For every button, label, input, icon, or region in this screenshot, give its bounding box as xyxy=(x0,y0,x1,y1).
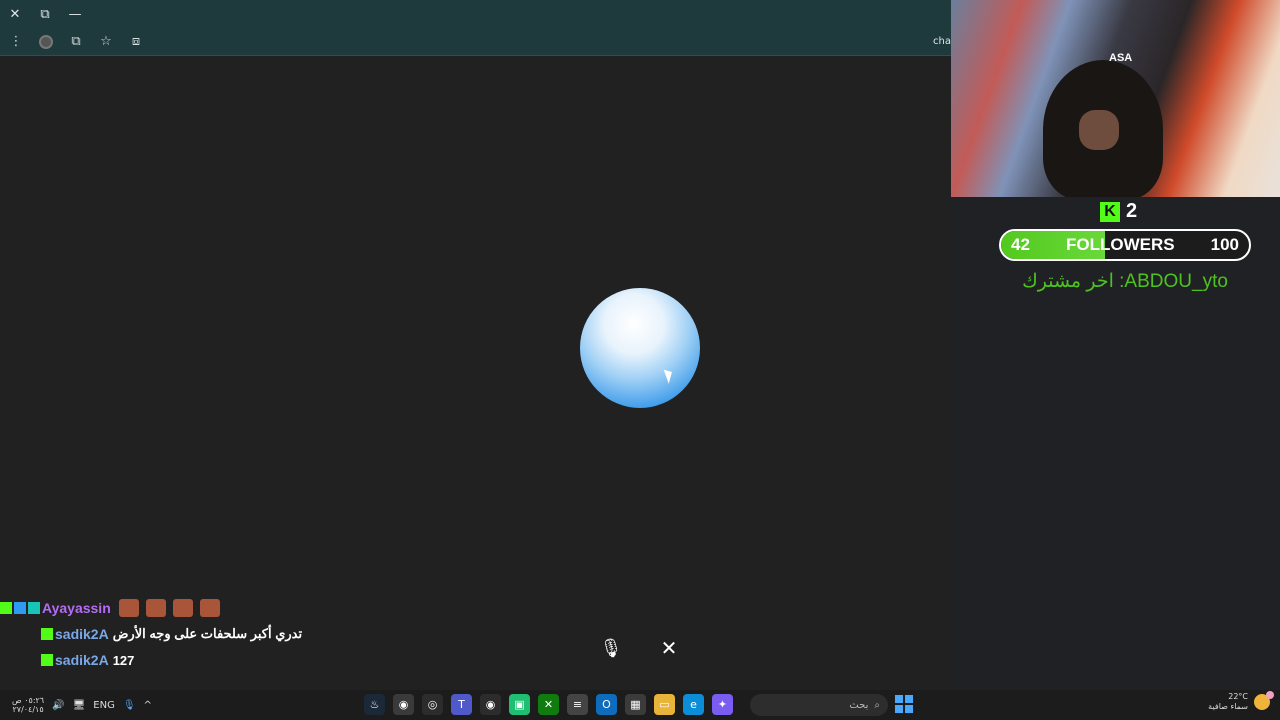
emote-icon xyxy=(172,599,193,617)
system-tray: ٠٥:٢٦ ص ٢٧/٠٤/١٥ 🔊 🖥 ENG 🎙 ^ xyxy=(0,696,152,714)
taskbar-apps: ♨ ◉ ◎ T ◉ ▣ ✕ ≡ O ▦ ▭ e ✦ xyxy=(364,694,733,715)
extensions-icon[interactable]: ⧉ xyxy=(64,30,88,54)
followers-label: FOLLOWERS xyxy=(1065,235,1175,254)
taskbar-clock[interactable]: ٠٥:٢٦ ص ٢٧/٠٤/١٥ xyxy=(12,696,44,714)
kick-badge-icon xyxy=(41,654,53,666)
show-hidden-icons-chevron-icon[interactable]: ^ xyxy=(144,700,152,711)
microphone-tray-icon[interactable]: 🎙 xyxy=(123,700,136,711)
volume-icon[interactable]: 🔊 xyxy=(52,700,64,711)
screen: ✕ ⧉ — ⋮ ⧉ ☆ ⧈ cha 🎙 ✕ ASA K 2 42 FOLLOWE… xyxy=(0,0,1280,720)
language-indicator[interactable]: ENG xyxy=(93,700,115,711)
restore-window-button[interactable]: ⧉ xyxy=(30,0,60,28)
cast-icon[interactable]: ⧈ xyxy=(124,30,148,54)
followers-current: 42 xyxy=(1011,235,1030,254)
emote-icon xyxy=(199,599,220,617)
network-icon[interactable]: 🖥 xyxy=(73,700,86,711)
file-explorer-icon[interactable]: ▭ xyxy=(654,694,675,715)
chat-username: Ayayassin xyxy=(42,600,111,616)
chat-text: 127 xyxy=(112,652,135,668)
verified-badge-icon xyxy=(14,602,26,614)
kick-badge-icon xyxy=(41,628,53,640)
app-green-icon[interactable]: ▣ xyxy=(509,694,530,715)
chrome-profile-icon[interactable]: ◉ xyxy=(480,694,501,715)
webcam-overlay: ASA xyxy=(951,0,1280,197)
chair-brand-logo: ASA xyxy=(1109,52,1133,64)
weather-widget[interactable]: 22°C سماء صافية xyxy=(1208,691,1274,712)
subscriber-badge-icon xyxy=(28,602,40,614)
edge-icon[interactable]: e xyxy=(683,694,704,715)
chat-message: Ayayassin xyxy=(0,595,320,621)
last-subscriber: اخر مشترك :ABDOU_yto xyxy=(1022,271,1228,292)
windows-logo-icon xyxy=(895,695,903,703)
close-window-button[interactable]: ✕ xyxy=(0,0,30,28)
browser-toolbar: ⋮ ⧉ ☆ ⧈ cha xyxy=(0,28,951,56)
weather-temp: 22°C xyxy=(1228,692,1248,701)
profile-avatar[interactable] xyxy=(34,30,58,54)
teams-icon[interactable]: T xyxy=(451,694,472,715)
emote-icon xyxy=(145,599,166,617)
browser-titlebar: ✕ ⧉ — xyxy=(0,0,951,28)
emote-icon xyxy=(118,599,139,617)
outlook-icon[interactable]: O xyxy=(596,694,617,715)
clock-date: ٢٧/٠٤/١٥ xyxy=(12,705,44,714)
streamer-face xyxy=(1079,110,1119,150)
search-placeholder: بحث xyxy=(849,699,869,711)
kick-badge-icon xyxy=(0,602,12,614)
minimize-window-button[interactable]: — xyxy=(60,0,90,28)
search-icon: ⌕ xyxy=(874,699,880,711)
mic-button[interactable]: 🎙 xyxy=(595,632,627,664)
chrome-icon[interactable]: ◉ xyxy=(393,694,414,715)
taskbar-search[interactable]: بحث ⌕ xyxy=(750,694,888,716)
toolbar-truncated-text: cha xyxy=(933,36,951,47)
kick-subs-number: 2 xyxy=(1126,200,1138,222)
bookmark-star-icon[interactable]: ☆ xyxy=(94,30,118,54)
xbox-icon[interactable]: ✕ xyxy=(538,694,559,715)
taskbar: ٠٥:٢٦ ص ٢٧/٠٤/١٥ 🔊 🖥 ENG 🎙 ^ ♨ ◉ ◎ T ◉ ▣… xyxy=(0,690,1280,720)
copilot-icon[interactable]: ✦ xyxy=(712,694,733,715)
chat-username: sadik2A xyxy=(55,626,109,642)
followers-goal-bar: 42 FOLLOWERS 100 xyxy=(999,229,1251,261)
stack-app-icon[interactable]: ≡ xyxy=(567,694,588,715)
chat-text: تدري أكبر سلحفات على وجه الأرض xyxy=(112,626,303,641)
store-icon[interactable]: ▦ xyxy=(625,694,646,715)
steam-icon[interactable]: ♨ xyxy=(364,694,385,715)
browser-app-icon[interactable]: ◎ xyxy=(422,694,443,715)
chat-message: sadik2A تدري أكبر سلحفات على وجه الأرض xyxy=(0,621,320,647)
chat-overlay: Ayayassin sadik2A تدري أكبر سلحفات على و… xyxy=(0,595,320,673)
moon-icon xyxy=(1254,691,1274,710)
menu-icon[interactable]: ⋮ xyxy=(4,30,28,54)
clock-time: ٠٥:٢٦ ص xyxy=(12,696,45,705)
close-voice-button[interactable]: ✕ xyxy=(653,632,685,664)
followers-goal: 100 xyxy=(1210,235,1239,254)
kick-subscriber-count: K 2 xyxy=(1100,200,1137,223)
start-button[interactable] xyxy=(895,695,913,713)
chat-username: sadik2A xyxy=(55,652,109,668)
avatar xyxy=(39,34,53,49)
kick-logo-icon: K xyxy=(1100,201,1120,222)
voice-orb[interactable] xyxy=(580,288,700,408)
weather-desc: سماء صافية xyxy=(1208,702,1248,711)
chat-message: sadik2A 127 xyxy=(0,647,320,673)
